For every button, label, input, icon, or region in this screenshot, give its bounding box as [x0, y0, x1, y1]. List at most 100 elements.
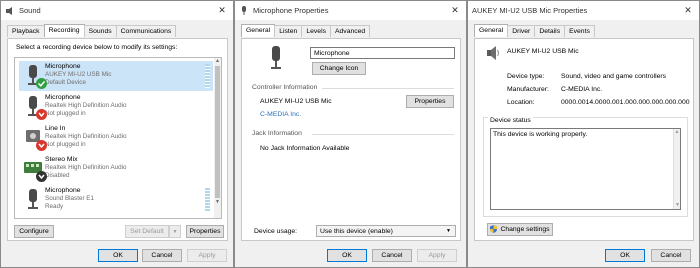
device-status: Ready: [45, 203, 64, 210]
apply-button[interactable]: Apply: [187, 249, 227, 262]
close-icon[interactable]: ✕: [211, 5, 233, 16]
manufacturer-label: Manufacturer:: [507, 86, 549, 93]
list-item[interactable]: Microphone AUKEY MI-U2 USB Mic Default D…: [19, 61, 213, 91]
device-driver: Realtek High Definition Audio: [45, 133, 127, 140]
aukey-general-panel: AUKEY MI-U2 USB Mic Device type: Sound, …: [474, 38, 694, 241]
shield-icon: [490, 224, 498, 235]
device-status-text: This device is working properly.: [493, 131, 588, 138]
ok-button[interactable]: OK: [98, 249, 138, 262]
device-driver: Realtek High Definition Audio: [45, 102, 127, 109]
mic-titlebar: Microphone Properties ✕: [235, 1, 466, 20]
ok-button[interactable]: OK: [327, 249, 367, 262]
controller-vendor-link[interactable]: C-MEDIA Inc.: [260, 111, 301, 118]
tab-listen[interactable]: Listen: [274, 25, 303, 37]
cancel-button[interactable]: Cancel: [651, 249, 691, 262]
disabled-icon: [36, 171, 47, 184]
device-name: Microphone: [45, 187, 81, 194]
set-default-dropdown[interactable]: ▼: [169, 225, 181, 238]
tab-playback[interactable]: Playback: [7, 25, 45, 37]
mic-title: Microphone Properties: [253, 6, 329, 15]
device-type-label: Device type:: [507, 73, 545, 80]
microphone-icon: [23, 188, 43, 212]
speaker-icon: [5, 6, 15, 16]
cancel-button[interactable]: Cancel: [372, 249, 412, 262]
device-name: AUKEY MI-U2 USB Mic: [507, 48, 579, 55]
device-usage-label: Device usage:: [254, 228, 298, 235]
change-settings-label: Change settings: [500, 226, 550, 233]
divider: [312, 134, 454, 135]
apply-button[interactable]: Apply: [417, 249, 457, 262]
device-status-group: Device status This device is working pro…: [483, 117, 688, 217]
scroll-down-icon[interactable]: ▼: [214, 199, 221, 206]
configure-button[interactable]: Configure: [14, 225, 54, 238]
controller-properties-button[interactable]: Properties: [406, 95, 454, 108]
sound-titlebar: Sound ✕: [1, 1, 233, 20]
properties-button[interactable]: Properties: [186, 225, 224, 238]
list-item[interactable]: Microphone Sound Blaster E1 Ready: [19, 185, 213, 215]
scroll-down-icon[interactable]: ▼: [674, 202, 681, 209]
aukey-titlebar: AUKEY MI-U2 USB Mic Properties ✕: [468, 1, 699, 20]
device-status: Default Device: [45, 79, 86, 86]
device-list: Microphone AUKEY MI-U2 USB Mic Default D…: [14, 57, 222, 219]
change-icon-button[interactable]: Change Icon: [312, 62, 366, 75]
sound-title: Sound: [19, 6, 41, 15]
microphone-icon: [239, 5, 249, 16]
device-status-textbox[interactable]: This device is working properly. ▲ ▼: [490, 128, 681, 210]
controller-header: Controller Information: [252, 84, 318, 91]
close-icon[interactable]: ✕: [677, 5, 699, 16]
ok-button[interactable]: OK: [605, 249, 645, 262]
cancel-button[interactable]: Cancel: [142, 249, 182, 262]
level-meter: [205, 188, 210, 212]
checkmark-icon: [36, 78, 47, 91]
tab-sounds[interactable]: Sounds: [83, 25, 117, 37]
device-status-header: Device status: [488, 117, 533, 124]
list-item[interactable]: Microphone Realtek High Definition Audio…: [19, 92, 213, 122]
tab-general[interactable]: General: [474, 24, 509, 37]
tab-recording[interactable]: Recording: [43, 24, 85, 37]
scroll-up-icon[interactable]: ▲: [674, 129, 680, 136]
controller-name: AUKEY MI-U2 USB Mic: [260, 98, 332, 105]
mic-tabs: General Listen Levels Advanced: [241, 24, 371, 38]
list-item[interactable]: Stereo Mix Realtek High Definition Audio…: [19, 154, 213, 184]
device-driver: Realtek High Definition Audio: [45, 164, 127, 171]
recording-panel: Select a recording device below to modif…: [7, 38, 228, 241]
level-meter: [205, 64, 210, 88]
device-name: Microphone: [45, 94, 81, 101]
jack-header: Jack Information: [252, 130, 302, 137]
device-usage-value: Use this device (enable): [320, 227, 393, 235]
list-item[interactable]: Line In Realtek High Definition Audio No…: [19, 123, 213, 153]
set-default-button[interactable]: Set Default: [125, 225, 169, 238]
scroll-up-icon[interactable]: ▲: [214, 58, 221, 65]
tab-details[interactable]: Details: [534, 25, 566, 37]
device-status: Disabled: [45, 172, 70, 179]
microphone-large-icon: [266, 45, 286, 75]
aukey-title: AUKEY MI-U2 USB Mic Properties: [472, 6, 588, 15]
tab-levels[interactable]: Levels: [301, 25, 331, 37]
device-name: Stereo Mix: [45, 156, 78, 163]
tab-general[interactable]: General: [241, 24, 276, 37]
tab-communications[interactable]: Communications: [115, 25, 177, 37]
unplugged-icon: [36, 109, 47, 122]
tab-advanced[interactable]: Advanced: [329, 25, 371, 37]
device-name-input[interactable]: Microphone: [310, 47, 455, 59]
location-value: 0000.0014.0000.001.000.000.000.000.000: [561, 99, 690, 106]
manufacturer-value: C-MEDIA Inc.: [561, 86, 603, 93]
tab-events[interactable]: Events: [564, 25, 595, 37]
scrollbar[interactable]: ▲ ▼: [214, 58, 221, 218]
device-status: Not plugged in: [45, 141, 86, 148]
microphone-properties-window: Microphone Properties ✕ General Listen L…: [234, 0, 467, 268]
unplugged-icon: [36, 140, 47, 153]
aukey-tabs: General Driver Details Events: [474, 24, 595, 38]
scroll-thumb[interactable]: [215, 66, 220, 198]
close-icon[interactable]: ✕: [444, 5, 466, 16]
speaker-device-icon: [485, 45, 501, 63]
tab-driver[interactable]: Driver: [507, 25, 536, 37]
sound-window: Sound ✕ Playback Recording Sounds Commun…: [0, 0, 234, 268]
jack-info: No Jack Information Available: [260, 145, 350, 152]
divider: [322, 88, 454, 89]
device-usage-select[interactable]: Use this device (enable) ▼: [316, 225, 456, 237]
scrollbar[interactable]: ▲ ▼: [673, 129, 680, 209]
device-name: Microphone: [45, 63, 81, 70]
change-settings-button[interactable]: Change settings: [487, 223, 553, 236]
chevron-down-icon: ▼: [172, 228, 178, 235]
